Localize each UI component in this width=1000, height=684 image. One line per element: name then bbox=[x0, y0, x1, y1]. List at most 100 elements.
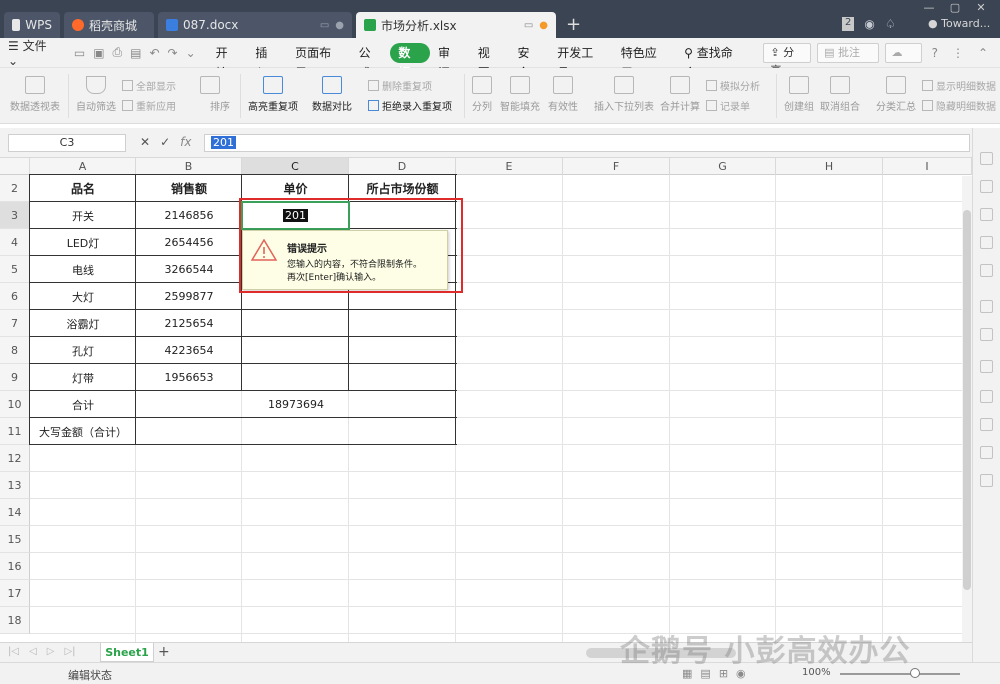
window-icon[interactable]: ▭ bbox=[524, 20, 533, 31]
row-header-12[interactable]: 12 bbox=[0, 445, 30, 472]
redo-icon[interactable]: ↷ bbox=[168, 46, 178, 60]
header-product-name[interactable]: 品名 bbox=[30, 175, 136, 202]
menu-developer[interactable]: 开发工具 bbox=[549, 43, 612, 80]
tab-xlsx-active[interactable]: 市场分析.xlsx ▭ ● bbox=[356, 12, 556, 38]
product-name-cell[interactable]: 灯带 bbox=[30, 364, 136, 391]
help-icon[interactable]: ? bbox=[932, 46, 938, 60]
row-header-11[interactable]: 11 bbox=[0, 418, 30, 445]
dropdown-icon[interactable]: ⌄ bbox=[186, 46, 196, 60]
uppercase-amount-label-cell[interactable]: 大写金额（合计） bbox=[30, 418, 136, 445]
select-all-corner[interactable] bbox=[0, 158, 30, 175]
shirt-icon[interactable]: ♤ bbox=[885, 17, 896, 31]
add-sheet-button[interactable]: + bbox=[158, 644, 170, 660]
style-icon[interactable] bbox=[980, 180, 993, 193]
spreadsheet-grid[interactable]: ABCDEFGHI 2 3 4 5 6 7 8 9 10 11 12 13 14 15 16 17 18 品名 销售… bbox=[0, 158, 972, 642]
first-sheet-icon[interactable]: |◁ bbox=[8, 646, 19, 657]
show-detail-button[interactable]: 显示明细数据 bbox=[922, 78, 996, 93]
cloud-button[interactable]: ☁ ⌄ bbox=[884, 42, 922, 77]
expand-icon[interactable] bbox=[980, 474, 993, 487]
row-header-18[interactable]: 18 bbox=[0, 607, 30, 634]
total-value-cell[interactable]: 18973694 bbox=[136, 391, 456, 418]
sales-cell[interactable]: 4223654 bbox=[136, 337, 242, 364]
product-name-cell[interactable]: 电线 bbox=[30, 256, 136, 283]
menu-special[interactable]: 特色应用 bbox=[613, 43, 676, 80]
what-if-analysis-button[interactable]: 模拟分析 bbox=[706, 78, 760, 93]
minimize-icon[interactable]: — bbox=[916, 0, 942, 16]
column-header-e[interactable]: E bbox=[456, 158, 563, 175]
row-header-15[interactable]: 15 bbox=[0, 526, 30, 553]
menu-data[interactable]: 数据 bbox=[390, 42, 431, 80]
badge-count[interactable]: 2 bbox=[842, 17, 855, 31]
backup-icon[interactable] bbox=[980, 264, 993, 277]
row-header-4[interactable]: 4 bbox=[0, 229, 30, 256]
sales-cell[interactable]: 2146856 bbox=[136, 202, 242, 229]
menu-home[interactable]: 开始 bbox=[208, 43, 248, 80]
name-box[interactable]: C3 bbox=[8, 134, 126, 152]
export-icon[interactable] bbox=[980, 360, 993, 373]
zoom-slider[interactable] bbox=[840, 673, 960, 675]
prev-sheet-icon[interactable]: ◁ bbox=[29, 646, 37, 657]
vertical-scroll-thumb[interactable] bbox=[963, 210, 971, 590]
create-group-button[interactable]: 创建组 bbox=[784, 76, 814, 113]
row-header-13[interactable]: 13 bbox=[0, 472, 30, 499]
column-header-f[interactable]: F bbox=[563, 158, 670, 175]
column-header-d[interactable]: D bbox=[349, 158, 456, 175]
column-header-a[interactable]: A bbox=[30, 158, 136, 175]
menu-view[interactable]: 视图 bbox=[470, 43, 510, 80]
last-sheet-icon[interactable]: ▷| bbox=[64, 646, 75, 657]
sheet-tab-sheet1[interactable]: Sheet1 bbox=[100, 643, 154, 662]
close-icon[interactable]: ✕ bbox=[968, 0, 994, 16]
unit-price-cell[interactable] bbox=[242, 364, 349, 391]
market-share-cell[interactable] bbox=[349, 310, 456, 337]
share-panel-icon[interactable] bbox=[980, 300, 993, 313]
market-share-cell[interactable] bbox=[349, 364, 456, 391]
row-header-6[interactable]: 6 bbox=[0, 283, 30, 310]
text-to-columns-button[interactable]: 分列 bbox=[472, 76, 492, 113]
insert-dropdown-list-button[interactable]: 插入下拉列表 bbox=[594, 76, 654, 113]
product-name-cell[interactable]: 开关 bbox=[30, 202, 136, 229]
tab-docx[interactable]: 087.docx ▭ ● bbox=[158, 12, 352, 38]
row-header-3[interactable]: 3 bbox=[0, 202, 30, 229]
column-header-h[interactable]: H bbox=[776, 158, 883, 175]
tab-wps[interactable]: WPS bbox=[4, 12, 60, 38]
product-name-cell[interactable]: 孔灯 bbox=[30, 337, 136, 364]
product-name-cell[interactable]: 浴霸灯 bbox=[30, 310, 136, 337]
row-header-8[interactable]: 8 bbox=[0, 337, 30, 364]
row-header-7[interactable]: 7 bbox=[0, 310, 30, 337]
cancel-icon[interactable]: ✕ bbox=[140, 135, 150, 149]
remove-duplicates-button[interactable]: 删除重复项 bbox=[368, 78, 432, 93]
undo-icon[interactable]: ↶ bbox=[149, 46, 159, 60]
sales-cell[interactable]: 2599877 bbox=[136, 283, 242, 310]
validation-button[interactable]: 有效性 bbox=[548, 76, 578, 113]
row-header-17[interactable]: 17 bbox=[0, 580, 30, 607]
window-icon[interactable]: ▭ bbox=[320, 20, 329, 31]
record-form-button[interactable]: 记录单 bbox=[706, 98, 750, 113]
show-all-button[interactable]: 全部显示 bbox=[122, 78, 176, 93]
column-header-i[interactable]: I bbox=[883, 158, 972, 175]
row-header-5[interactable]: 5 bbox=[0, 256, 30, 283]
unsaved-dot-icon[interactable]: ● bbox=[539, 20, 548, 31]
pivot-table-button[interactable]: 数据透视表 bbox=[10, 76, 60, 113]
unit-price-cell[interactable] bbox=[242, 310, 349, 337]
menu-security[interactable]: 安全 bbox=[510, 43, 550, 80]
zoom-slider-knob[interactable] bbox=[910, 668, 920, 678]
row-header-9[interactable]: 9 bbox=[0, 364, 30, 391]
next-sheet-icon[interactable]: ▷ bbox=[47, 646, 55, 657]
share-button[interactable]: ⇪ 分享 bbox=[763, 42, 812, 77]
more-icon[interactable]: ⋮ bbox=[952, 46, 964, 60]
product-name-cell[interactable]: LED灯 bbox=[30, 229, 136, 256]
header-sales[interactable]: 销售额 bbox=[136, 175, 242, 202]
row-header-14[interactable]: 14 bbox=[0, 499, 30, 526]
subtotal-button[interactable]: 分类汇总 bbox=[876, 76, 916, 113]
annotate-button[interactable]: ▤ 批注 ⌄ bbox=[817, 42, 879, 77]
uppercase-amount-value-cell[interactable] bbox=[136, 418, 456, 445]
ungroup-button[interactable]: 取消组合 bbox=[820, 76, 860, 113]
dot-icon[interactable]: ● bbox=[335, 20, 344, 31]
smart-fill-button[interactable]: 智能填充 bbox=[500, 76, 540, 113]
hide-detail-button[interactable]: 隐藏明细数据 bbox=[922, 98, 996, 113]
row-header-2[interactable]: 2 bbox=[0, 175, 30, 202]
formula-input[interactable]: 201 bbox=[204, 134, 970, 152]
column-header-b[interactable]: B bbox=[136, 158, 242, 175]
help-panel-icon[interactable] bbox=[980, 446, 993, 459]
file-menu[interactable]: ☰ 文件 ⌄ bbox=[8, 37, 60, 68]
